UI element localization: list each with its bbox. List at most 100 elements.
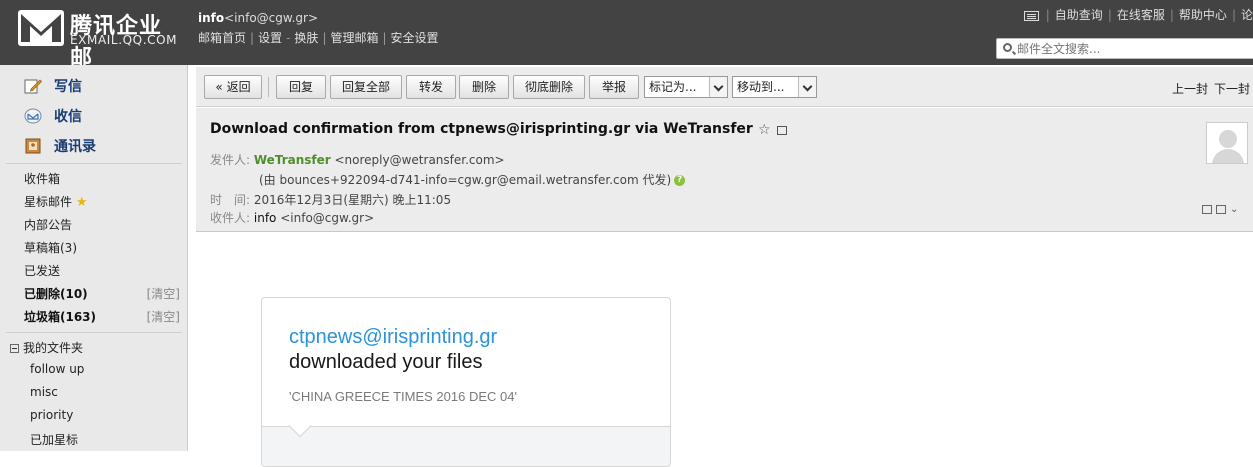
sidebar-divider (6, 163, 182, 164)
card-message: 'CHINA GREECE TIMES 2016 DEC 04' (289, 389, 517, 404)
top-links: | 自助查询 | 在线客服 | 帮助中心 | 论 (1023, 6, 1253, 23)
reply-all-button[interactable]: 回复全部 (330, 75, 402, 99)
separator: | (1169, 8, 1174, 22)
link-forum[interactable]: 论 (1241, 8, 1253, 22)
forward-button[interactable]: 转发 (406, 75, 456, 99)
star-outline-icon[interactable]: ☆ (758, 122, 771, 138)
card-footer (262, 426, 670, 466)
link-self-service[interactable]: 自助查询 (1055, 8, 1103, 22)
empty-deleted-button[interactable]: [清空] (147, 285, 180, 302)
brand-logo[interactable]: 腾讯企业邮 EXMAIL.QQ.COM (18, 10, 184, 71)
separator: | (1107, 8, 1112, 22)
separator: - (286, 31, 291, 45)
link-online-support[interactable]: 在线客服 (1117, 8, 1165, 22)
star-icon: ★ (75, 195, 88, 210)
sender-avatar[interactable] (1206, 122, 1248, 164)
logo-envelope-icon (18, 10, 64, 46)
sender-name[interactable]: WeTransfer (254, 153, 331, 167)
previous-mail-link[interactable]: 上一封 (1172, 82, 1208, 96)
folder-deleted-label: 已删除(10) (24, 287, 88, 301)
link-manage-mailbox[interactable]: 管理邮箱 (330, 31, 378, 45)
chevron-down-icon (709, 77, 727, 97)
proxy-sender: (由 bounces+922094-d741-info=cgw.gr@email… (259, 173, 672, 187)
sidebar-contacts-label: 通讯录 (54, 139, 96, 155)
sidebar: 写信 收信 通讯录 收件箱 星标邮件 ★ 内部公告 草稿箱(3) 已发送 已删除… (0, 65, 188, 451)
folder-spam-label: 垃圾箱(163) (24, 310, 97, 324)
separator: | (322, 31, 327, 45)
move-to-label: 移动到... (737, 80, 785, 94)
help-question-icon[interactable]: ? (674, 175, 686, 186)
from-label: 发件人: (210, 153, 251, 167)
separator: | (1045, 8, 1050, 22)
separator: | (1231, 8, 1236, 22)
folder-starred[interactable]: 星标邮件 ★ (24, 193, 184, 210)
sender-email: <noreply@wetransfer.com> (334, 153, 505, 167)
card-sender-link[interactable]: ctpnews@irisprinting.gr (289, 326, 497, 349)
account-identity: info<info@cgw.gr> (198, 11, 318, 25)
account-links: 邮箱首页 | 设置 - 换肤 | 管理邮箱 | 安全设置 (198, 29, 439, 46)
sidebar-inbox-label: 收信 (54, 109, 82, 125)
my-folders-toggle[interactable]: 我的文件夹 (10, 339, 83, 356)
card-title: downloaded your files (289, 351, 483, 373)
folder-misc[interactable]: misc (30, 385, 58, 399)
mark-as-label: 标记为... (649, 80, 697, 94)
empty-spam-button[interactable]: [清空] (147, 308, 180, 325)
folder-inbox[interactable]: 收件箱 (24, 170, 184, 187)
mark-as-select[interactable]: 标记为... (644, 76, 728, 98)
delete-button[interactable]: 删除 (459, 75, 509, 99)
open-in-new-window-icon[interactable] (776, 125, 787, 135)
mail-search-box[interactable] (996, 38, 1253, 59)
link-mailbox-home[interactable]: 邮箱首页 (198, 31, 246, 45)
my-folders-label: 我的文件夹 (23, 341, 84, 355)
print-icon[interactable] (1216, 204, 1226, 214)
report-button[interactable]: 举报 (589, 75, 639, 99)
delete-permanently-button[interactable]: 彻底删除 (513, 75, 585, 99)
to-row: 收件人: info <info@cgw.gr> (210, 209, 374, 226)
mail-subject: Download confirmation from ctpnews@irisp… (210, 121, 753, 137)
recipient-name[interactable]: info (254, 211, 277, 225)
toolbar-separator (268, 77, 269, 97)
move-to-select[interactable]: 移动到... (732, 76, 817, 98)
collapse-icon[interactable] (10, 344, 19, 353)
link-help-center[interactable]: 帮助中心 (1179, 8, 1227, 22)
folder-follow-up[interactable]: follow up (30, 362, 84, 376)
reply-button[interactable]: 回复 (276, 75, 326, 99)
mail-time: 2016年12月3日(星期六) 晚上11:05 (253, 193, 452, 207)
search-icon (1003, 43, 1012, 52)
sidebar-divider (6, 332, 182, 333)
keyboard-icon[interactable] (1023, 10, 1039, 21)
mail-toolbar: « 返回 回复 回复全部 转发 删除 彻底删除 举报 标记为... 移动到...… (196, 67, 1253, 107)
proxy-row: (由 bounces+922094-d741-info=cgw.gr@email… (259, 171, 686, 188)
separator: | (382, 31, 387, 45)
folder-spam[interactable]: 垃圾箱(163) [清空] (24, 308, 184, 325)
header-tools: ⌄ (1202, 204, 1238, 215)
folder-sent[interactable]: 已发送 (24, 262, 184, 279)
mail-navigation: 上一封 下一封 (1166, 80, 1250, 97)
chevron-down-icon[interactable]: ⌄ (1230, 204, 1238, 215)
folder-announcements[interactable]: 内部公告 (24, 216, 184, 233)
folder-priority[interactable]: priority (30, 408, 73, 422)
compose-pencil-icon (24, 79, 42, 94)
time-row: 时 间: 2016年12月3日(星期六) 晚上11:05 (210, 191, 451, 208)
top-bar: 腾讯企业邮 EXMAIL.QQ.COM info<info@cgw.gr> 邮箱… (0, 0, 1253, 71)
view-source-icon[interactable] (1202, 204, 1212, 214)
link-settings[interactable]: 设置 (258, 31, 282, 45)
search-input[interactable] (1017, 41, 1247, 56)
link-security-settings[interactable]: 安全设置 (391, 31, 439, 45)
recipient-email: <info@cgw.gr> (280, 211, 375, 225)
separator: | (250, 31, 255, 45)
account-name: info (198, 11, 225, 25)
folder-starred-custom[interactable]: 已加星标 (30, 431, 78, 448)
link-skin[interactable]: 换肤 (294, 31, 318, 45)
folder-deleted[interactable]: 已删除(10) [清空] (24, 285, 184, 302)
back-button[interactable]: « 返回 (204, 75, 262, 99)
brand-subtitle: EXMAIL.QQ.COM (70, 33, 178, 47)
folder-starred-label: 星标邮件 (24, 195, 73, 209)
time-label: 时 间: (210, 193, 251, 207)
folder-drafts[interactable]: 草稿箱(3) (24, 239, 184, 256)
account-email: <info@cgw.gr> (224, 11, 319, 25)
avatar-body (1212, 149, 1244, 163)
from-row: 发件人: WeTransfer <noreply@wetransfer.com> (210, 151, 505, 168)
next-mail-link[interactable]: 下一封 (1214, 82, 1250, 96)
inbox-envelope-icon (24, 108, 42, 124)
